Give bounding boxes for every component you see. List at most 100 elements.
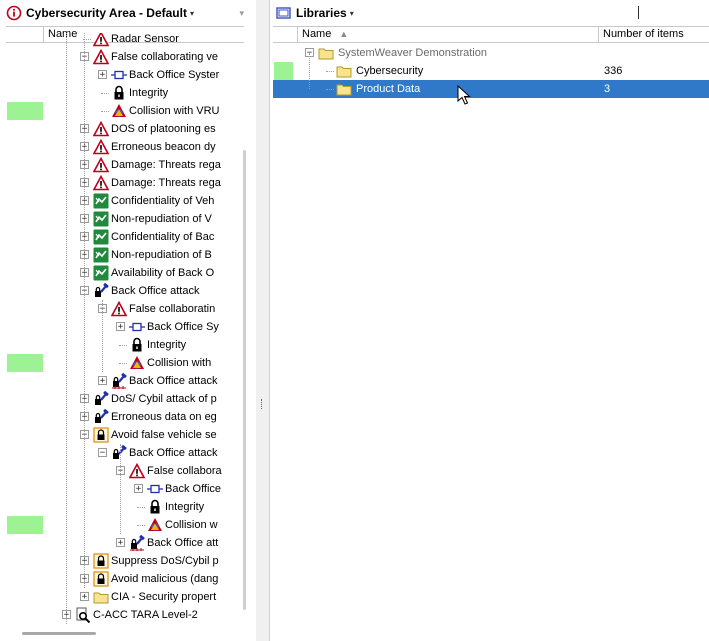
collision-icon: [147, 517, 163, 533]
collapse-toggle[interactable]: −: [98, 448, 107, 458]
warning-triangle-icon: [92, 138, 110, 155]
tree-node-label: Non-repudiation of B: [111, 249, 212, 261]
libraries-panel: Libraries ▾ Name ▲ Number of items − Syst…: [270, 0, 709, 641]
tree-node[interactable]: + DOS of platooning es: [0, 120, 243, 138]
tree-node[interactable]: − False collabora: [0, 462, 243, 480]
lock-icon: [111, 85, 127, 101]
tree-node[interactable]: − Back Office attack: [0, 282, 243, 300]
left-tree: Radar Sensor − False collaborating ve + Back…: [0, 33, 243, 628]
folder-icon: [318, 45, 334, 61]
tree-node[interactable]: − False collaboratin: [0, 300, 243, 318]
name-column-header[interactable]: Name ▲: [298, 27, 599, 42]
status-marker: [274, 62, 293, 80]
count-column-header[interactable]: Number of items: [599, 27, 709, 42]
folder-icon: [336, 81, 352, 97]
tree-node[interactable]: + Availability of Back O: [0, 264, 243, 282]
tree-node-label: Back Office attack: [129, 375, 218, 387]
item-count: 336: [604, 65, 623, 77]
horizontal-scrollbar[interactable]: [22, 632, 96, 635]
tree-node[interactable]: + Suppress DoS/Cybil p: [0, 552, 243, 570]
tree-node-label: Integrity: [129, 87, 169, 99]
tree-node-label: Confidentiality of Veh: [111, 195, 215, 207]
tree-node[interactable]: + Damage: Threats rega: [0, 156, 243, 174]
tree-node[interactable]: + Damage: Threats rega: [0, 174, 243, 192]
tree-node[interactable]: − False collaborating ve: [0, 48, 243, 66]
collapse-arrow-icon[interactable]: ▾: [239, 8, 244, 19]
right-tree: − SystemWeaver Demonstration Cybersecurity…: [270, 44, 709, 144]
tree-node[interactable]: + Back Office Syster: [0, 66, 243, 84]
tree-connector: [137, 525, 145, 526]
expand-toggle[interactable]: +: [98, 376, 107, 386]
collision-icon: [111, 103, 127, 119]
tree-node-label: Collision with VRU: [129, 105, 220, 117]
expand-toggle[interactable]: +: [80, 592, 89, 602]
status-marker: [7, 516, 43, 534]
tree-guide: [309, 53, 310, 89]
requirement-icon: [93, 247, 109, 263]
tree-node-label: Damage: Threats rega: [111, 177, 221, 189]
tree-node[interactable]: Integrity: [0, 498, 243, 516]
marker-column-header: [273, 27, 298, 42]
expand-toggle[interactable]: +: [98, 70, 107, 80]
tree-node[interactable]: + Confidentiality of Bac: [0, 228, 243, 246]
tree-node[interactable]: + Back Office Sy: [0, 318, 243, 336]
expand-toggle[interactable]: +: [116, 538, 125, 548]
tree-connector: [326, 71, 334, 72]
expand-toggle[interactable]: +: [134, 484, 143, 494]
tree-node[interactable]: + Back Office att: [0, 534, 243, 552]
tree-node[interactable]: + Back Office: [0, 480, 243, 498]
splitter-grip-icon[interactable]: [261, 399, 264, 409]
component-icon: [111, 67, 127, 83]
tree-node-label: Collision w: [165, 519, 218, 531]
chevron-down-icon[interactable]: ▾: [350, 9, 354, 18]
tree-node-label: Suppress DoS/Cybil p: [111, 555, 219, 567]
panel-splitter[interactable]: [256, 0, 270, 641]
sort-ascending-icon: ▲: [339, 29, 349, 39]
tree-connector: [119, 363, 127, 364]
warning-triangle-icon: [92, 48, 110, 65]
tree-node[interactable]: + Confidentiality of Veh: [0, 192, 243, 210]
library-name: SystemWeaver Demonstration: [338, 47, 487, 59]
tree-connector: [101, 111, 109, 112]
right-panel-title[interactable]: Libraries: [296, 6, 347, 20]
library-icon: [276, 7, 291, 19]
security-goal-icon: [93, 553, 109, 569]
tree-node[interactable]: + Back Office attack: [0, 372, 243, 390]
tree-node[interactable]: + Erroneous data on eg: [0, 408, 243, 426]
chevron-down-icon[interactable]: ▾: [190, 9, 194, 18]
tree-node[interactable]: − Avoid false vehicle se: [0, 426, 243, 444]
folder-icon: [336, 63, 352, 79]
tree-node-label: False collaborating ve: [111, 51, 219, 63]
tree-node[interactable]: + Non-repudiation of B: [0, 246, 243, 264]
right-panel-header[interactable]: Libraries ▾: [270, 0, 709, 26]
left-panel-header[interactable]: Cybersecurity Area - Default ▾ ▾: [0, 0, 256, 26]
tree-guide: [84, 33, 85, 588]
expand-toggle[interactable]: +: [116, 322, 125, 332]
tree-node[interactable]: Integrity: [0, 336, 243, 354]
attack-icon: [111, 444, 127, 461]
library-row[interactable]: − SystemWeaver Demonstration: [270, 44, 709, 62]
security-goal-icon: [93, 571, 109, 587]
tree-node[interactable]: + Avoid malicious (dang: [0, 570, 243, 588]
tree-node[interactable]: Integrity: [0, 84, 243, 102]
tree-node-label: Back Office: [165, 483, 222, 495]
right-column-header: Name ▲ Number of items: [273, 26, 709, 43]
library-row[interactable]: Cybersecurity 336: [270, 62, 709, 80]
cybersecurity-area-panel: Cybersecurity Area - Default ▾ ▾ Name Ra…: [0, 0, 257, 641]
tree-node[interactable]: + CIA - Security propert: [0, 588, 243, 606]
tree-guide: [120, 444, 121, 534]
tree-node[interactable]: − Back Office attack: [0, 444, 243, 462]
tree-node[interactable]: + C-ACC TARA Level-2: [0, 606, 243, 624]
tree-node[interactable]: + DoS/ Cybil attack of p: [0, 390, 243, 408]
tree-node-label: Integrity: [147, 339, 187, 351]
tree-node-label: CIA - Security propert: [111, 591, 217, 603]
attack-icon: [93, 390, 109, 407]
left-panel-title[interactable]: Cybersecurity Area - Default: [26, 6, 187, 20]
library-row-selected[interactable]: Product Data 3: [270, 80, 709, 98]
tree-node[interactable]: + Erroneous beacon dy: [0, 138, 243, 156]
tree-node-label: Back Office att: [147, 537, 219, 549]
tree-node[interactable]: Radar Sensor: [0, 33, 243, 48]
tree-node[interactable]: + Non-repudiation of V: [0, 210, 243, 228]
vertical-scrollbar[interactable]: [243, 150, 246, 610]
name-column-label: Name: [302, 28, 332, 40]
